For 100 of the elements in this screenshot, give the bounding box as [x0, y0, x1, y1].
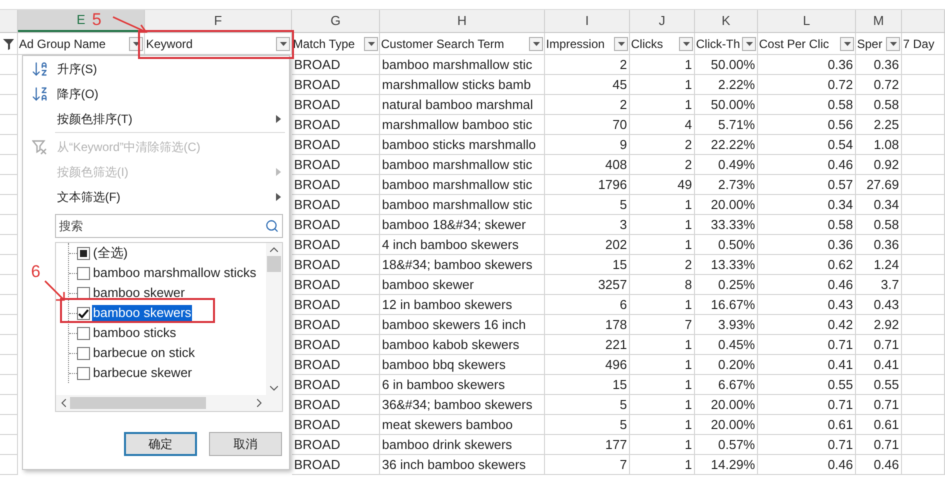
filter-value-item[interactable]: bamboo skewers	[92, 305, 192, 321]
filter-dropdown-button[interactable]	[886, 36, 900, 50]
dialog-button[interactable]: 取消	[209, 432, 282, 456]
table-cell	[902, 155, 945, 175]
column-letter[interactable]: G	[292, 10, 380, 32]
filter-dropdown-button[interactable]	[840, 36, 854, 50]
table-cell: 50.00%	[695, 95, 758, 115]
column-letter[interactable]: F	[145, 10, 292, 32]
table-cell: BROAD	[292, 75, 380, 95]
checkbox[interactable]	[77, 286, 90, 300]
table-cell: bamboo skewer	[380, 275, 545, 295]
table-cell: bamboo marshmallow stic	[380, 155, 545, 175]
table-cell: 15	[545, 255, 630, 275]
table-cell: 8	[630, 275, 695, 295]
filter-dropdown-button[interactable]	[614, 36, 628, 50]
table-cell: 221	[545, 335, 630, 355]
table-cell: bamboo drink skewers	[380, 435, 545, 455]
filter-value-item[interactable]: bamboo skewer	[92, 285, 186, 301]
filter-value-item[interactable]: (全选)	[92, 245, 129, 261]
column-header: Click-Th	[696, 36, 740, 52]
filter-dropdown-button[interactable]	[276, 36, 290, 50]
table-cell: 7	[630, 315, 695, 335]
search-field[interactable]: 搜索	[55, 214, 283, 238]
table-cell	[0, 455, 18, 475]
menu-item[interactable]: 降序(O)	[23, 81, 289, 106]
table-cell: BROAD	[292, 355, 380, 375]
table-cell: 0.62	[758, 255, 856, 275]
filter-value-item[interactable]: barbecue skewer	[92, 365, 193, 381]
dialog-button[interactable]: 确定	[124, 432, 197, 456]
filter-dropdown-button[interactable]	[364, 36, 378, 50]
table-cell: 3257	[545, 275, 630, 295]
table-cell: 2	[545, 55, 630, 75]
table-cell: 2.22%	[695, 75, 758, 95]
table-cell: 202	[545, 235, 630, 255]
checkbox[interactable]	[77, 246, 90, 260]
checkbox[interactable]	[77, 326, 90, 340]
table-cell: 3.93%	[695, 315, 758, 335]
column-letter[interactable]: H	[380, 10, 545, 32]
checkbox[interactable]	[77, 306, 90, 320]
filter-dropdown-button[interactable]	[679, 36, 693, 50]
table-cell: 1	[630, 355, 695, 375]
checkbox[interactable]	[77, 266, 90, 280]
table-cell: 18&#34; bamboo skewers	[380, 255, 545, 275]
table-cell: BROAD	[292, 275, 380, 295]
column-letter[interactable]: I	[545, 10, 630, 32]
horizontal-scrollbar[interactable]	[56, 395, 266, 411]
filter-dropdown-button[interactable]	[529, 36, 543, 50]
menu-item[interactable]: 文本筛选(F)	[23, 184, 289, 209]
column-letter[interactable]: L	[758, 10, 856, 32]
table-cell: BROAD	[292, 115, 380, 135]
menu-item[interactable]: 按颜色排序(T)	[23, 106, 289, 131]
table-cell	[0, 135, 18, 155]
scroll-down-icon	[270, 386, 278, 391]
table-cell	[902, 135, 945, 155]
table-cell	[0, 375, 18, 395]
filter-value-item[interactable]: bamboo sticks	[92, 325, 178, 341]
table-cell	[0, 395, 18, 415]
table-cell	[902, 315, 945, 335]
table-cell: BROAD	[292, 435, 380, 455]
column-header: Sper	[857, 36, 882, 52]
table-cell: bamboo sticks marshmallo	[380, 135, 545, 155]
table-cell	[0, 255, 18, 275]
table-cell: bamboo marshmallow stic	[380, 195, 545, 215]
table-cell: 0.71	[856, 435, 902, 455]
annotation-arrow	[44, 280, 66, 302]
table-cell: 0.42	[758, 315, 856, 335]
table-cell	[0, 275, 18, 295]
column-letter[interactable]: J	[630, 10, 695, 32]
table-cell: 0.92	[856, 155, 902, 175]
checkbox[interactable]	[77, 366, 90, 380]
filter-value-item[interactable]: barbecue on stick	[92, 345, 196, 361]
table-cell: 45	[545, 75, 630, 95]
table-cell: 36&#34; bamboo skewers	[380, 395, 545, 415]
scroll-thumb[interactable]	[267, 256, 281, 272]
vertical-scrollbar[interactable]	[266, 243, 282, 411]
checkbox[interactable]	[77, 346, 90, 360]
table-cell: 0.71	[758, 435, 856, 455]
table-cell: BROAD	[292, 215, 380, 235]
filter-value-item[interactable]: bamboo marshmallow sticks	[92, 265, 258, 281]
table-cell: 3.7	[856, 275, 902, 295]
table-cell: 0.34	[758, 195, 856, 215]
table-cell: 1.24	[856, 255, 902, 275]
column-header: Match Type	[293, 36, 355, 52]
caret-icon	[682, 42, 690, 46]
table-cell: 0.43	[856, 295, 902, 315]
table-cell: 0.46	[758, 275, 856, 295]
clear-filter-icon	[32, 138, 48, 154]
table-cell: 20.00%	[695, 195, 758, 215]
table-cell: 0.36	[758, 235, 856, 255]
scroll-thumb[interactable]	[70, 397, 206, 409]
table-cell: marshmallow bamboo stic	[380, 115, 545, 135]
table-cell: 0.25%	[695, 275, 758, 295]
filter-icon[interactable]	[2, 38, 14, 50]
annotation-number: 6	[31, 262, 40, 282]
column-header: Impression	[546, 36, 605, 52]
scroll-right-icon	[256, 399, 262, 407]
column-letter[interactable]: K	[695, 10, 758, 32]
column-letter[interactable]: M	[856, 10, 902, 32]
menu-item[interactable]: 升序(S)	[23, 56, 289, 81]
filter-dropdown-button[interactable]	[742, 36, 756, 50]
